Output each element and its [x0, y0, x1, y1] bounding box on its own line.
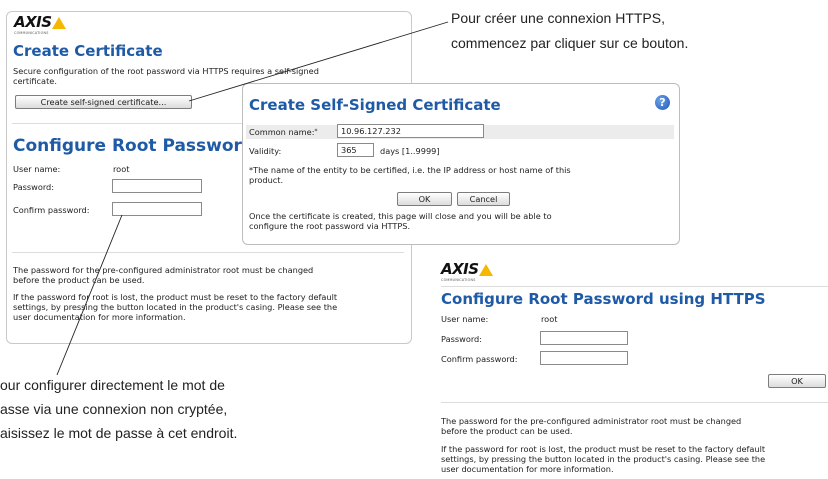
- https-password-input[interactable]: [540, 331, 628, 345]
- https-note-2b: settings, by pressing the button located…: [441, 454, 766, 464]
- required-mark: *: [314, 128, 318, 135]
- user-name-value: root: [113, 164, 130, 174]
- left-note-2c: user documentation for more information.: [13, 312, 186, 322]
- create-certificate-desc-1: Secure configuration of the root passwor…: [13, 66, 319, 76]
- validity-input[interactable]: 365: [337, 143, 374, 157]
- dialog-ok-button[interactable]: OK: [397, 192, 452, 206]
- logo-triangle-icon-https: [478, 264, 493, 276]
- left-note-1a: The password for the pre-configured admi…: [13, 265, 314, 275]
- https-title: Configure Root Password using HTTPS: [441, 290, 766, 308]
- axis-logo: AXIS COMMUNICATIONS: [14, 15, 66, 35]
- logo-text-https: AXIS: [441, 260, 479, 278]
- dialog-cancel-button[interactable]: Cancel: [457, 192, 510, 206]
- configure-root-password-title: Configure Root Password: [13, 136, 255, 156]
- dialog-info-2: configure the root password via HTTPS.: [249, 221, 411, 231]
- help-icon[interactable]: ?: [655, 95, 670, 110]
- https-password-label: Password:: [441, 334, 483, 344]
- validity-label: Validity:: [249, 146, 282, 156]
- logo-text: AXIS: [14, 13, 52, 31]
- callout-top-line-1: Pour créer une connexion HTTPS,: [451, 10, 665, 26]
- axis-logo-https: AXIS COMMUNICATIONS: [441, 262, 493, 282]
- https-ok-button[interactable]: OK: [768, 374, 826, 388]
- https-user-name-label: User name:: [441, 314, 489, 324]
- https-confirm-label: Confirm password:: [441, 354, 518, 364]
- https-confirm-input[interactable]: [540, 351, 628, 365]
- https-note-2c: user documentation for more information.: [441, 464, 614, 474]
- common-name-label: Common name:*: [249, 127, 317, 137]
- callout-bottom-line-2: asse via une connexion non cryptée,: [0, 401, 228, 417]
- confirm-password-label: Confirm password:: [13, 205, 90, 215]
- logo-tagline-https: COMMUNICATIONS: [441, 278, 476, 282]
- dialog-footnote-2: product.: [249, 175, 284, 185]
- https-note-1b: before the product can be used.: [441, 426, 573, 436]
- left-note-2b: settings, by pressing the button located…: [13, 302, 338, 312]
- create-certificate-title: Create Certificate: [13, 42, 163, 60]
- https-note-2a: If the password for root is lost, the pr…: [441, 444, 766, 454]
- dialog-info-1: Once the certificate is created, this pa…: [249, 211, 552, 221]
- password-label: Password:: [13, 182, 55, 192]
- left-note-2a: If the password for root is lost, the pr…: [13, 292, 338, 302]
- https-note-1a: The password for the pre-configured admi…: [441, 416, 742, 426]
- validity-unit: days [1..9999]: [380, 146, 440, 156]
- create-certificate-desc-2: certificate.: [13, 76, 57, 86]
- confirm-password-input[interactable]: [112, 202, 202, 216]
- logo-tagline: COMMUNICATIONS: [14, 31, 49, 35]
- password-input[interactable]: [112, 179, 202, 193]
- logo-triangle-icon: [51, 17, 66, 29]
- left-note-1b: before the product can be used.: [13, 275, 145, 285]
- callout-top-line-2: commencez par cliquer sur ce bouton.: [451, 35, 689, 51]
- https-user-name-value: root: [541, 314, 558, 324]
- left-divider-2: [12, 252, 404, 253]
- user-name-label: User name:: [13, 164, 61, 174]
- https-divider-top: [441, 286, 828, 287]
- common-name-input[interactable]: 10.96.127.232: [337, 124, 484, 138]
- callout-bottom-line-3: aisissez le mot de passe à cet endroit.: [0, 425, 238, 441]
- callout-bottom-line-1: our configurer directement le mot de: [0, 377, 225, 393]
- common-name-label-text: Common name:: [249, 127, 315, 137]
- https-divider-bottom: [441, 402, 828, 403]
- dialog-footnote-1: *The name of the entity to be certified,…: [249, 165, 571, 175]
- dialog-title: Create Self-Signed Certificate: [249, 96, 501, 114]
- create-self-signed-certificate-button[interactable]: Create self-signed certificate...: [15, 95, 192, 109]
